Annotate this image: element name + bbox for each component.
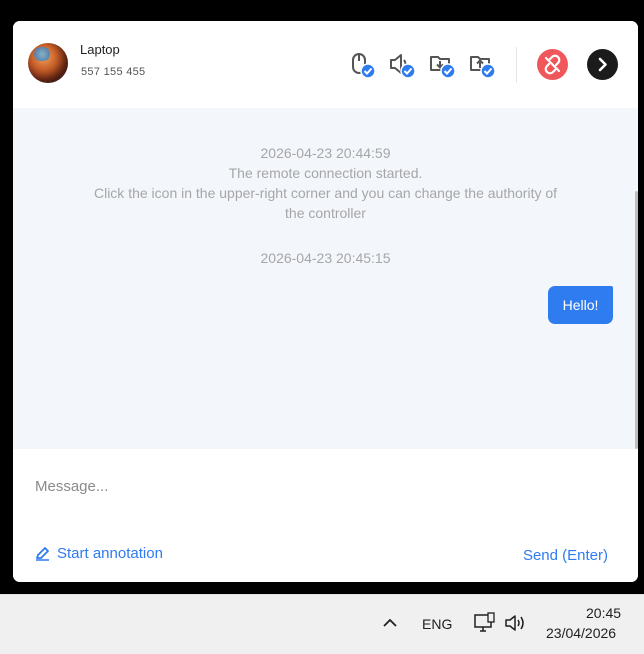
system-message-line: the controller bbox=[285, 205, 366, 221]
next-button[interactable] bbox=[587, 49, 618, 80]
file-download-icon[interactable] bbox=[429, 52, 457, 80]
header-divider bbox=[516, 47, 517, 83]
system-message-line: The remote connection started. bbox=[228, 165, 423, 181]
network-icon[interactable] bbox=[474, 612, 498, 636]
unlink-icon bbox=[544, 54, 561, 75]
taskbar: ENG 20:45 23/04/2026 bbox=[0, 594, 644, 654]
send-button[interactable]: Send (Enter) bbox=[523, 547, 608, 564]
chat-history[interactable]: 2026-04-23 20:44:59 The remote connectio… bbox=[13, 108, 638, 449]
start-annotation-label: Start annotation bbox=[57, 545, 163, 562]
outgoing-message-bubble: Hello! bbox=[548, 286, 613, 324]
pen-icon bbox=[36, 547, 49, 561]
chat-header: Laptop 557 155 455 bbox=[13, 21, 638, 108]
clock-time[interactable]: 20:45 bbox=[586, 605, 621, 621]
chevron-up-icon[interactable] bbox=[382, 617, 398, 629]
system-message-line: Click the icon in the upper-right corner… bbox=[93, 185, 558, 201]
device-name: Laptop bbox=[80, 42, 120, 57]
disconnect-button[interactable] bbox=[537, 49, 568, 80]
chat-scrollbar[interactable] bbox=[635, 191, 638, 449]
chevron-right-icon bbox=[598, 57, 607, 72]
chat-window: Laptop 557 155 455 2026-04-23 20:44:59 T… bbox=[13, 21, 638, 582]
audio-control-icon[interactable] bbox=[389, 52, 417, 80]
message-input[interactable] bbox=[35, 471, 615, 501]
language-indicator[interactable]: ENG bbox=[422, 616, 452, 632]
system-timestamp: 2026-04-23 20:44:59 bbox=[260, 145, 391, 161]
system-timestamp: 2026-04-23 20:45:15 bbox=[260, 250, 391, 266]
volume-icon[interactable] bbox=[504, 613, 526, 633]
file-upload-icon[interactable] bbox=[469, 52, 497, 80]
compose-area: Start annotation Send (Enter) bbox=[13, 449, 638, 582]
device-avatar bbox=[28, 43, 68, 83]
device-id: 557 155 455 bbox=[81, 66, 146, 78]
mouse-control-icon[interactable] bbox=[349, 52, 377, 80]
clock-date[interactable]: 23/04/2026 bbox=[546, 625, 616, 641]
start-annotation-button[interactable]: Start annotation bbox=[35, 545, 163, 562]
